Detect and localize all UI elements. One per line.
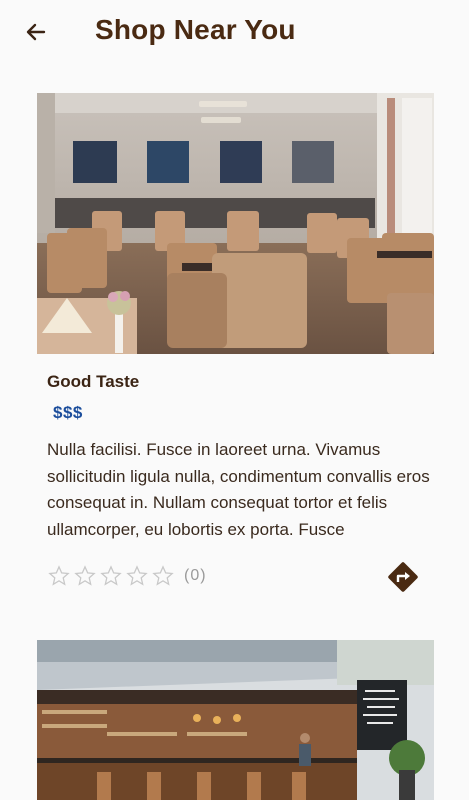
restaurant-interior-photo <box>37 93 434 354</box>
star-outline-icon[interactable] <box>74 565 96 587</box>
arrow-left-icon <box>26 23 46 41</box>
restaurant-image[interactable] <box>37 93 434 354</box>
page-title: Shop Near You <box>95 14 296 45</box>
directions-button[interactable] <box>385 559 421 595</box>
restaurant-description: Nulla facilisi. Fusce in laoreet urna. V… <box>47 440 430 539</box>
app-bar: Shop Near You <box>0 0 469 66</box>
star-outline-icon[interactable] <box>48 565 70 587</box>
price-level: $$$ <box>53 403 83 422</box>
review-count: (0) <box>184 567 207 584</box>
star-outline-icon[interactable] <box>100 565 122 587</box>
star-outline-icon[interactable] <box>152 565 174 587</box>
back-button[interactable] <box>22 18 50 46</box>
directions-icon <box>388 562 418 592</box>
restaurant-name[interactable]: Good Taste <box>47 372 139 392</box>
cafe-interior-photo <box>37 640 434 800</box>
star-rating[interactable]: (0) <box>48 565 207 587</box>
star-outline-icon[interactable] <box>126 565 148 587</box>
restaurant-image[interactable] <box>37 640 434 800</box>
